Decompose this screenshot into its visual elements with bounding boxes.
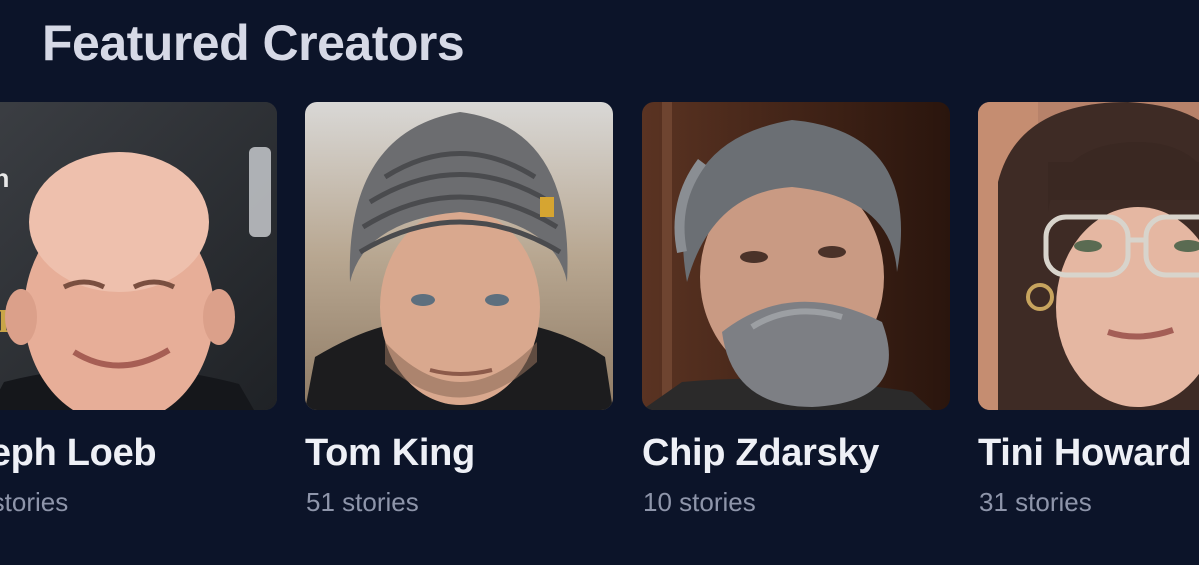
creator-card-chip-zdarsky[interactable]: Chip Zdarsky 10 stories xyxy=(642,102,950,542)
creator-card-tom-king[interactable]: Tom King 51 stories xyxy=(305,102,613,542)
portrait-image xyxy=(305,102,613,410)
creator-story-count: 10 stories xyxy=(643,487,756,517)
creator-name[interactable]: Tini Howard xyxy=(978,432,1192,475)
portrait-image: ch OL xyxy=(0,102,277,410)
portrait-image xyxy=(642,102,950,410)
creator-card-tini-howard[interactable]: Tini Howard 31 stories xyxy=(978,102,1199,542)
portrait-image xyxy=(978,102,1199,410)
creator-name[interactable]: Tom King xyxy=(305,432,475,475)
creator-photo[interactable] xyxy=(978,102,1199,410)
creator-name[interactable]: Chip Zdarsky xyxy=(642,432,879,475)
creator-photo[interactable] xyxy=(305,102,613,410)
creator-photo[interactable]: ch OL xyxy=(0,102,277,410)
creator-story-count: 51 stories xyxy=(306,487,419,517)
creator-story-count: 31 stories xyxy=(979,487,1092,517)
creator-photo[interactable] xyxy=(642,102,950,410)
creator-name[interactable]: Jeph Loeb xyxy=(0,432,157,475)
creator-story-count: 7 stories xyxy=(0,487,69,517)
section-title: Featured Creators xyxy=(42,15,465,71)
svg-text:ch: ch xyxy=(0,163,9,193)
creator-card-jeph-loeb[interactable]: ch OL Jeph Loeb 7 stories xyxy=(0,102,277,542)
creators-carousel[interactable]: ch OL Jeph Loeb 7 stories xyxy=(0,102,1199,542)
